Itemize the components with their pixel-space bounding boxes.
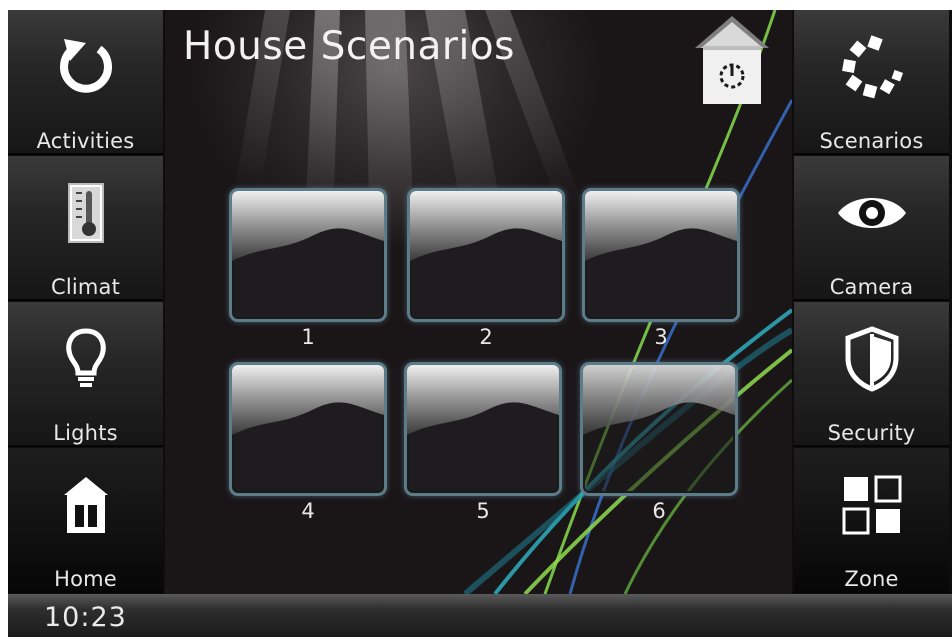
touch-panel-screen: Activities Climat Lights Home House Scen… xyxy=(8,10,952,637)
nav-camera[interactable]: Camera xyxy=(794,156,949,301)
scenario-button-1[interactable]: 1 xyxy=(229,188,387,350)
scenario-number: 3 xyxy=(654,325,668,349)
house-power-button[interactable] xyxy=(693,14,771,106)
left-nav: Activities Climat Lights Home xyxy=(8,10,163,594)
scenario-tile xyxy=(404,362,562,496)
nav-activities[interactable]: Activities xyxy=(8,10,163,155)
thermometer-icon xyxy=(8,178,163,248)
scenario-tile xyxy=(229,188,387,322)
house-icon xyxy=(8,470,163,540)
scenario-button-2[interactable]: 2 xyxy=(407,188,565,350)
scenario-button-4[interactable]: 4 xyxy=(229,362,387,524)
nav-scenarios[interactable]: Scenarios xyxy=(794,10,949,155)
refresh-icon xyxy=(8,32,163,102)
nav-scenarios-label: Scenarios xyxy=(819,129,924,153)
nav-lights-label: Lights xyxy=(53,421,118,445)
nav-home[interactable]: Home xyxy=(8,448,163,593)
lightbulb-icon xyxy=(8,324,163,394)
nav-activities-label: Activities xyxy=(36,129,135,153)
scenario-number: 5 xyxy=(476,499,490,523)
grid-icon xyxy=(794,470,949,540)
scenario-number: 1 xyxy=(301,325,315,349)
nav-security-label: Security xyxy=(827,421,916,445)
nav-zone[interactable]: Zone xyxy=(794,448,949,593)
scenario-number: 2 xyxy=(479,325,493,349)
spinner-icon xyxy=(794,32,949,102)
nav-climat-label: Climat xyxy=(50,275,121,299)
nav-climat[interactable]: Climat xyxy=(8,156,163,301)
nav-home-label: Home xyxy=(54,567,117,591)
nav-zone-label: Zone xyxy=(844,567,899,591)
scenarios-panel: House Scenarios 1 2 3 4 5 6 xyxy=(165,10,792,594)
status-bar: 10:23 xyxy=(8,594,952,637)
scenario-button-5[interactable]: 5 xyxy=(404,362,562,524)
scenario-tile xyxy=(229,362,387,496)
clock: 10:23 xyxy=(44,602,127,633)
nav-security[interactable]: Security xyxy=(794,302,949,447)
house-power-icon xyxy=(695,16,769,104)
right-nav: Scenarios Camera Security Zone xyxy=(794,10,949,594)
scenario-button-6[interactable]: 6 xyxy=(580,362,738,524)
scenario-number: 6 xyxy=(652,499,666,523)
nav-lights[interactable]: Lights xyxy=(8,302,163,447)
shield-icon xyxy=(794,324,949,394)
scenario-tile xyxy=(582,188,740,322)
page-title: House Scenarios xyxy=(183,24,515,69)
nav-camera-label: Camera xyxy=(829,275,914,299)
scenario-number: 4 xyxy=(301,499,315,523)
scenario-tile xyxy=(407,188,565,322)
scenario-tile xyxy=(580,362,738,496)
eye-icon xyxy=(794,178,949,248)
scenario-button-3[interactable]: 3 xyxy=(582,188,740,350)
